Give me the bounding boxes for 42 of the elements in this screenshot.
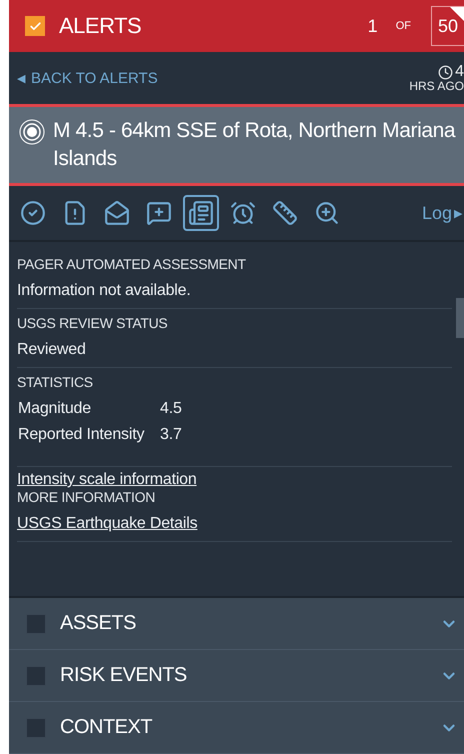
of-label: OF — [396, 20, 411, 32]
target-icon — [19, 119, 45, 145]
header-title: ALERTS — [59, 13, 142, 39]
newspaper-icon — [188, 200, 214, 226]
accordion-label: CONTEXT — [60, 716, 154, 739]
toolbar-button[interactable] — [183, 195, 219, 231]
header-checkbox[interactable] — [25, 16, 45, 36]
envelope-icon — [104, 200, 130, 226]
stat-label: Reported Intensity — [18, 426, 146, 444]
stat-value: 4.5 — [160, 400, 183, 418]
alert-title: M 4.5 - 64km SSE of Rota, Northern Mariana Islands — [53, 118, 456, 172]
section-heading: MORE INFORMATION — [17, 489, 156, 505]
age-unit: HRS AGO — [409, 80, 464, 92]
details-link[interactable]: USGS Earthquake Details — [17, 515, 452, 533]
section-checkbox[interactable] — [26, 718, 46, 738]
accordion-row[interactable]: RISK EVENTS — [9, 650, 464, 702]
accordion-row[interactable]: CONTEXT — [9, 702, 464, 754]
age-value: 4 — [455, 64, 464, 80]
section-heading: PAGER AUTOMATED ASSESSMENT — [17, 256, 247, 272]
accordion-label: RISK EVENTS — [60, 664, 188, 687]
back-link[interactable]: ◀ BACK TO ALERTS — [17, 70, 410, 86]
zoom-in-icon — [314, 200, 340, 226]
section-checkbox[interactable] — [26, 614, 46, 634]
checkmark-icon — [28, 20, 42, 32]
alert-total-badge: 50 — [430, 6, 464, 46]
alert-position: 1 — [368, 16, 378, 36]
section-checkbox[interactable] — [26, 666, 46, 686]
section-text: Reviewed — [17, 341, 87, 359]
check-circle-icon — [20, 200, 46, 226]
ruler-icon — [272, 200, 298, 226]
clock-icon — [438, 64, 454, 80]
accordion-row[interactable]: ASSETS — [9, 598, 464, 650]
section-heading: USGS REVIEW STATUS — [17, 315, 168, 331]
stat-value: 3.7 — [160, 426, 183, 444]
stat-label: Magnitude — [18, 400, 92, 418]
section-text: Information not available. — [17, 282, 192, 300]
log-button[interactable]: Log▶ — [422, 202, 464, 224]
section-heading: STATISTICS — [17, 374, 94, 390]
accordion-label: ASSETS — [60, 612, 137, 635]
note-add-icon — [146, 200, 172, 226]
scale-info-link[interactable]: Intensity scale information — [17, 471, 197, 489]
alarm-clock-icon — [230, 200, 256, 226]
